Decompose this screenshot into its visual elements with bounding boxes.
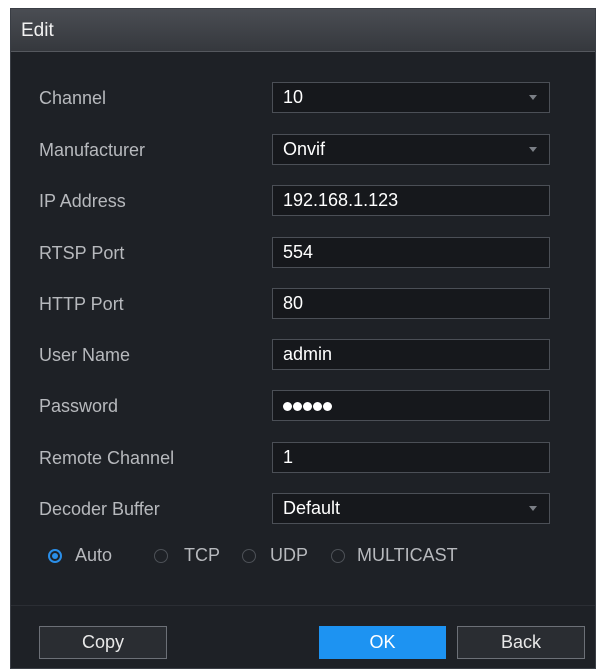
remote-channel-value: 1 xyxy=(283,447,294,467)
radio-auto[interactable] xyxy=(48,549,62,563)
http-port-input[interactable]: 80 xyxy=(272,288,550,319)
ip-address-input[interactable]: 192.168.1.123 xyxy=(272,185,550,216)
radio-auto-label[interactable]: Auto xyxy=(75,545,112,566)
dialog-title: Edit xyxy=(21,20,54,41)
radio-tcp[interactable] xyxy=(154,549,168,563)
http-port-value: 80 xyxy=(283,293,304,313)
channel-label: Channel xyxy=(39,88,107,108)
ip-address-label: IP Address xyxy=(39,191,126,211)
remote-channel-label: Remote Channel xyxy=(39,448,175,468)
decoder-buffer-select[interactable]: Default xyxy=(272,493,550,524)
manufacturer-value: Onvif xyxy=(283,139,326,159)
password-dot xyxy=(323,401,332,411)
channel-value: 10 xyxy=(283,87,304,107)
user-name-label: User Name xyxy=(39,345,131,365)
chevron-down-icon xyxy=(529,147,537,152)
password-dot xyxy=(313,401,322,411)
ok-button[interactable]: OK xyxy=(319,626,446,659)
radio-multicast-label[interactable]: MULTICAST xyxy=(357,545,458,566)
back-button[interactable]: Back xyxy=(457,626,585,659)
channel-select[interactable]: 10 xyxy=(272,82,550,113)
copy-button[interactable]: Copy xyxy=(39,626,167,659)
decoder-buffer-label: Decoder Buffer xyxy=(39,499,160,519)
radio-tcp-label[interactable]: TCP xyxy=(184,545,220,566)
decoder-buffer-value: Default xyxy=(283,498,341,518)
rtsp-port-label: RTSP Port xyxy=(39,243,125,263)
edit-dialog: Edit Channel 10 Manufacturer Onvif IP Ad… xyxy=(10,8,596,669)
password-label: Password xyxy=(39,396,119,416)
radio-udp-label[interactable]: UDP xyxy=(270,545,308,566)
password-dot xyxy=(293,401,302,411)
chevron-down-icon xyxy=(529,95,537,100)
password-input[interactable] xyxy=(272,390,550,421)
password-dot xyxy=(283,401,292,411)
remote-channel-input[interactable]: 1 xyxy=(272,442,550,473)
dialog-titlebar: Edit xyxy=(11,9,595,52)
rtsp-port-value: 554 xyxy=(283,242,314,262)
ip-address-value: 192.168.1.123 xyxy=(283,190,399,210)
manufacturer-label: Manufacturer xyxy=(39,140,146,160)
http-port-label: HTTP Port xyxy=(39,294,124,314)
radio-udp[interactable] xyxy=(242,549,256,563)
user-name-input[interactable]: admin xyxy=(272,339,550,370)
rtsp-port-input[interactable]: 554 xyxy=(272,237,550,268)
password-dot xyxy=(303,401,312,411)
password-mask xyxy=(283,395,333,415)
manufacturer-select[interactable]: Onvif xyxy=(272,134,550,165)
chevron-down-icon xyxy=(529,506,537,511)
user-name-value: admin xyxy=(283,344,333,364)
radio-multicast[interactable] xyxy=(331,549,345,563)
footer-divider xyxy=(11,605,595,606)
